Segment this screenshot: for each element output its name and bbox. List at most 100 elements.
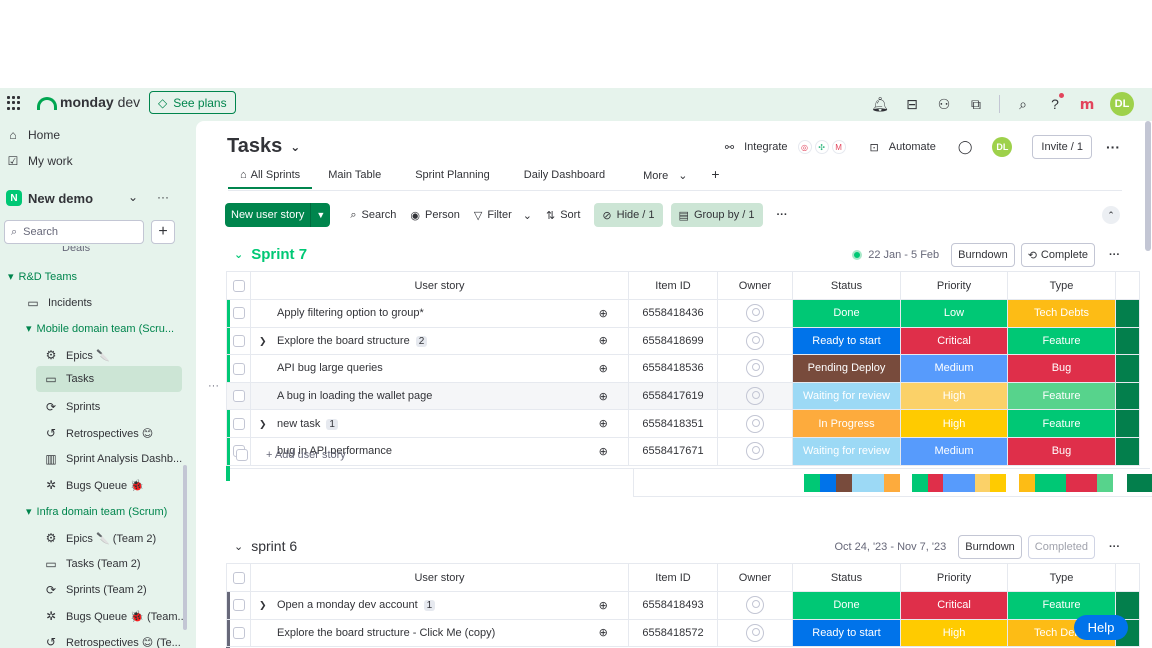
complete-sprint-button[interactable]: ⟲ Complete xyxy=(1020,243,1095,267)
integration-icons[interactable]: ◎ ✣ M xyxy=(797,140,846,154)
priority-label[interactable]: Medium xyxy=(900,354,1008,383)
burndown-button[interactable]: Burndown xyxy=(951,243,1015,267)
invite-members-icon[interactable]: ⚇ xyxy=(935,95,953,113)
summary-battery-priority[interactable] xyxy=(912,474,1007,492)
nav-home[interactable]: ⌂ Home xyxy=(6,128,60,142)
user-avatar[interactable]: DL xyxy=(1110,92,1134,116)
add-update-icon[interactable]: ⊕ xyxy=(599,418,608,430)
extra-column-cell[interactable] xyxy=(1115,381,1140,411)
burndown-button[interactable]: Burndown xyxy=(958,535,1022,559)
row-checkbox[interactable] xyxy=(236,449,248,461)
group-by-button[interactable]: ▤ Group by / 1 xyxy=(670,203,763,227)
product-logo[interactable]: monday dev xyxy=(36,94,140,110)
sidebar-item-deals[interactable]: Deals xyxy=(62,246,90,256)
more-options-icon[interactable]: ··· xyxy=(157,190,169,204)
row-checkbox[interactable] xyxy=(232,334,245,347)
tab-more[interactable]: More ⌄ xyxy=(631,165,699,188)
conversation-cell[interactable]: ⊕ xyxy=(578,409,629,438)
sort-button[interactable]: ⇅ Sort xyxy=(546,209,580,222)
add-update-icon[interactable]: ⊕ xyxy=(599,627,608,639)
table-row[interactable]: API bug large queries ⊕ 6558418536 Pending … xyxy=(226,354,1140,383)
priority-label[interactable]: Critical xyxy=(900,326,1008,356)
summary-battery-extra[interactable] xyxy=(1127,474,1152,492)
row-checkbox-cell[interactable] xyxy=(226,409,251,438)
sidebar-item-sprint-analysis[interactable]: ▥ Sprint Analysis Dashb... xyxy=(44,452,182,466)
row-checkbox[interactable] xyxy=(232,417,245,430)
extra-column-cell[interactable] xyxy=(1115,354,1140,383)
table-row[interactable]: ❯ new task 1 ⊕ 6558418351 In Progress High Feat… xyxy=(226,409,1140,438)
story-cell[interactable]: ❯ Open a monday dev account 1 xyxy=(250,591,579,620)
story-cell[interactable]: ❯ Explore the board structure 2 xyxy=(250,326,579,356)
status-label[interactable]: In Progress xyxy=(792,409,901,438)
nav-my-work[interactable]: ☑ My work xyxy=(6,154,73,168)
status-label[interactable]: Ready to start xyxy=(792,618,901,648)
board-title[interactable]: Tasks ⌄ xyxy=(227,135,300,158)
column-header-priority[interactable]: Priority xyxy=(900,271,1008,300)
type-label[interactable]: Feature xyxy=(1007,409,1116,438)
conversation-cell[interactable]: ⊕ xyxy=(578,381,629,411)
select-all-cell[interactable] xyxy=(226,271,251,300)
column-header-owner[interactable]: Owner xyxy=(717,271,793,300)
story-cell[interactable]: ❯ new task 1 xyxy=(250,409,579,438)
owner-cell[interactable] xyxy=(717,618,793,648)
column-header-user-story[interactable]: User story xyxy=(250,563,629,592)
priority-label[interactable]: High xyxy=(900,381,1008,411)
group-header-sprint-7[interactable]: ⌄ Sprint 7 xyxy=(234,246,307,263)
board-owner-avatar[interactable]: DL xyxy=(992,137,1013,157)
inbox-icon[interactable]: ⊟ xyxy=(903,95,921,113)
bell-icon[interactable]: 🔔︎ xyxy=(871,95,889,113)
completed-button[interactable]: Completed xyxy=(1027,535,1095,559)
conversation-cell[interactable]: ⊕ xyxy=(578,299,629,328)
conversation-cell[interactable]: ⊕ xyxy=(578,591,629,620)
select-all-checkbox[interactable] xyxy=(232,279,245,292)
story-cell[interactable]: Apply filtering option to group* xyxy=(250,299,579,328)
sidebar-item-bugs-queue[interactable]: ✲ Bugs Queue 🐞 xyxy=(44,478,144,492)
more-options-icon[interactable]: ··· xyxy=(1106,139,1120,155)
row-checkbox-cell[interactable] xyxy=(226,354,251,383)
column-header-type[interactable]: Type xyxy=(1007,563,1116,592)
add-update-icon[interactable]: ⊕ xyxy=(599,363,608,375)
add-view-button[interactable]: + xyxy=(699,165,731,188)
folder-infra-team[interactable]: ▾ Infra domain team (Scrum) xyxy=(26,505,167,519)
priority-label[interactable]: High xyxy=(900,618,1008,648)
more-options-icon[interactable]: ··· xyxy=(777,209,788,221)
sidebar-item-bugs-queue-team2[interactable]: ✲ Bugs Queue 🐞 (Team... xyxy=(44,609,187,623)
sidebar-item-epics-team2[interactable]: ⚙ Epics 🔪 (Team 2) xyxy=(44,531,157,545)
row-checkbox-cell[interactable] xyxy=(226,381,251,411)
product-switcher-icon[interactable]: ⅿ xyxy=(1078,95,1096,113)
status-label[interactable]: Done xyxy=(792,591,901,620)
status-label[interactable]: Ready to start xyxy=(792,326,901,356)
priority-label[interactable]: Critical xyxy=(900,591,1008,620)
table-row[interactable]: ❯ Open a monday dev account 1 ⊕ 6558418493 Do… xyxy=(226,591,1140,620)
help-icon[interactable]: ? xyxy=(1046,93,1064,113)
owner-cell[interactable] xyxy=(717,381,793,411)
conversation-cell[interactable]: ⊕ xyxy=(578,618,629,648)
type-label[interactable]: Tech Debts xyxy=(1007,299,1116,328)
main-scrollbar[interactable] xyxy=(1145,121,1151,251)
sidebar-search-input[interactable]: ⌕ Search xyxy=(4,220,144,244)
owner-cell[interactable] xyxy=(717,354,793,383)
add-item-button[interactable]: + xyxy=(151,220,175,244)
row-checkbox-cell[interactable] xyxy=(226,326,251,356)
extra-column-cell[interactable] xyxy=(1115,326,1140,356)
type-label[interactable]: Feature xyxy=(1007,326,1116,356)
sidebar-item-tasks-team2[interactable]: ▭ Tasks (Team 2) xyxy=(44,557,140,571)
more-options-icon[interactable]: ··· xyxy=(1109,249,1120,261)
column-header-item-id[interactable]: Item ID xyxy=(628,563,718,592)
folder-rd-teams[interactable]: ▾ R&D Teams xyxy=(8,270,77,284)
hide-button[interactable]: ⊘ Hide / 1 xyxy=(594,203,663,227)
expand-chevron-icon[interactable]: ❯ xyxy=(259,336,277,347)
sidebar-item-epics[interactable]: ⚙ Epics 🔪 xyxy=(44,348,110,362)
row-checkbox-cell[interactable] xyxy=(226,591,251,620)
see-plans-button[interactable]: ◇ See plans xyxy=(149,91,236,114)
sidebar-item-retrospectives[interactable]: ↺ Retrospectives 😊 xyxy=(44,426,153,440)
priority-label[interactable]: Low xyxy=(900,299,1008,328)
more-options-icon[interactable]: ··· xyxy=(1109,541,1120,553)
apps-grid-icon[interactable] xyxy=(7,96,21,110)
column-header-owner[interactable]: Owner xyxy=(717,563,793,592)
sidebar-item-tasks[interactable]: ▭ Tasks xyxy=(36,366,182,392)
search-icon[interactable]: ⌕ xyxy=(1014,95,1032,113)
tab-all-sprints[interactable]: ⌂ All Sprints xyxy=(228,165,313,189)
person-filter-button[interactable]: ◉ Person xyxy=(410,209,459,222)
column-header-type[interactable]: Type xyxy=(1007,271,1116,300)
